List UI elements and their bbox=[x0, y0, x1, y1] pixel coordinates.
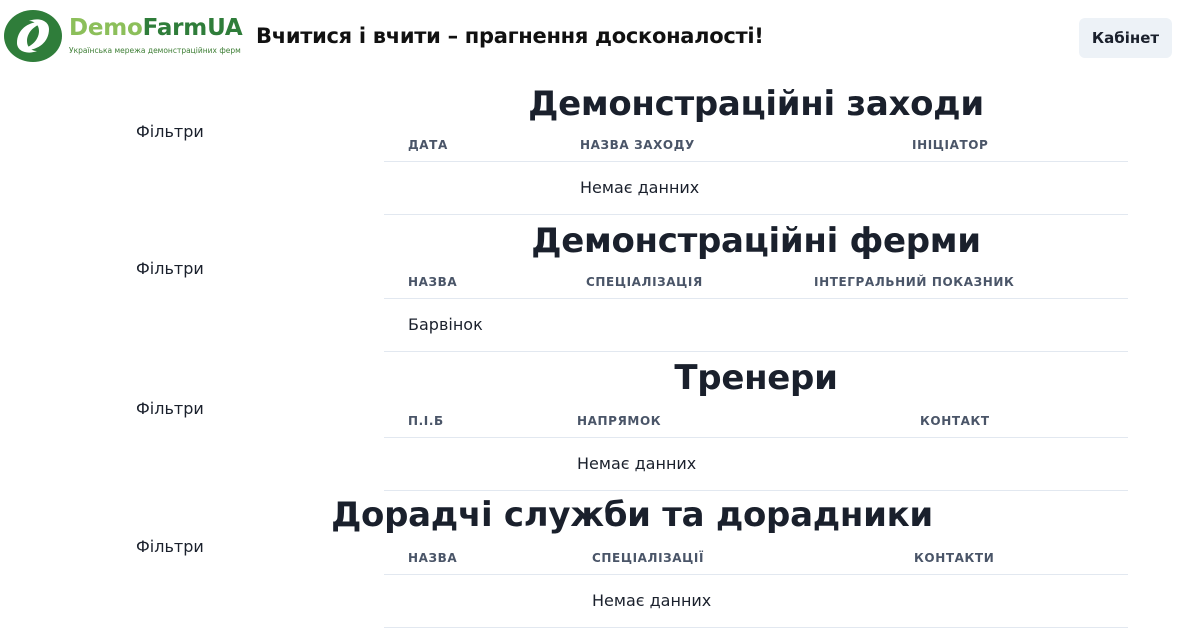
filters-button[interactable]: Фільтри bbox=[136, 122, 204, 141]
section-demo-farms: Демонстраційні ферми Фільтри Назва Спеці… bbox=[0, 217, 1178, 354]
column-header-specialization[interactable]: Спеціалізація bbox=[586, 265, 703, 299]
logo-name-farm: FarmUA bbox=[142, 15, 243, 41]
logo[interactable]: DemoFarmUA Українська мережа демонстраці… bbox=[3, 9, 253, 63]
events-table: Дата Назва заходу Ініціатор Немає данних bbox=[384, 128, 1128, 215]
table-header: Назва Спеціалізація Інтегральний показни… bbox=[384, 265, 1128, 299]
slogan: Вчитися і вчити – прагнення досконалості… bbox=[256, 24, 764, 48]
logo-name: DemoFarmUA bbox=[69, 15, 243, 41]
farm-name-cell[interactable]: Барвінок bbox=[408, 299, 483, 351]
column-header-contact[interactable]: Контакт bbox=[920, 404, 990, 438]
filters-button[interactable]: Фільтри bbox=[136, 537, 204, 556]
column-header-initiator[interactable]: Ініціатор bbox=[912, 128, 988, 162]
column-header-name[interactable]: Назва bbox=[408, 541, 457, 575]
empty-state-text: Немає данних bbox=[577, 454, 697, 473]
logo-name-demo: Demo bbox=[69, 15, 143, 41]
section-title: Демонстраційні заходи bbox=[528, 84, 984, 124]
table-row: Немає данних bbox=[384, 575, 1128, 628]
filters-button[interactable]: Фільтри bbox=[136, 259, 204, 278]
table-row: Немає данних bbox=[384, 438, 1128, 491]
column-header-name[interactable]: Назва bbox=[408, 265, 457, 299]
logo-mark-icon bbox=[4, 10, 62, 62]
column-header-integral-indicator[interactable]: Інтегральний показник bbox=[814, 265, 1014, 299]
table-row: Немає данних bbox=[384, 162, 1128, 215]
farms-table: Назва Спеціалізація Інтегральний показни… bbox=[384, 265, 1128, 352]
section-title: Дорадчі служби та дорадники bbox=[331, 495, 933, 535]
section-title: Тренери bbox=[674, 358, 838, 398]
column-header-event-name[interactable]: Назва заходу bbox=[580, 128, 695, 162]
column-header-contacts[interactable]: Контакти bbox=[914, 541, 994, 575]
column-header-date[interactable]: Дата bbox=[408, 128, 448, 162]
header: DemoFarmUA Українська мережа демонстраці… bbox=[0, 0, 1178, 76]
trainers-table: П.І.Б Напрямок Контакт Немає данних bbox=[384, 404, 1128, 491]
column-header-full-name[interactable]: П.І.Б bbox=[408, 404, 444, 438]
logo-subtitle: Українська мережа демонстраційних ферм bbox=[69, 46, 241, 55]
table-header: Назва Спеціалізації Контакти bbox=[384, 541, 1128, 575]
section-title: Демонстраційні ферми bbox=[531, 221, 981, 261]
advisors-table: Назва Спеціалізації Контакти Немає данни… bbox=[384, 541, 1128, 628]
section-advisory-services: Дорадчі служби та дорадники Фільтри Назв… bbox=[0, 491, 1178, 628]
table-row[interactable]: Барвінок bbox=[384, 299, 1128, 352]
section-demo-events: Демонстраційні заходи Фільтри Дата Назва… bbox=[0, 80, 1178, 217]
column-header-specializations[interactable]: Спеціалізації bbox=[592, 541, 704, 575]
empty-state-text: Немає данних bbox=[580, 178, 700, 197]
column-header-direction[interactable]: Напрямок bbox=[577, 404, 661, 438]
section-trainers: Тренери Фільтри П.І.Б Напрямок Контакт Н… bbox=[0, 354, 1178, 491]
table-header: П.І.Б Напрямок Контакт bbox=[384, 404, 1128, 438]
filters-button[interactable]: Фільтри bbox=[136, 399, 204, 418]
cabinet-button[interactable]: Кабінет bbox=[1079, 18, 1172, 58]
table-header: Дата Назва заходу Ініціатор bbox=[384, 128, 1128, 162]
empty-state-text: Немає данних bbox=[592, 591, 712, 610]
